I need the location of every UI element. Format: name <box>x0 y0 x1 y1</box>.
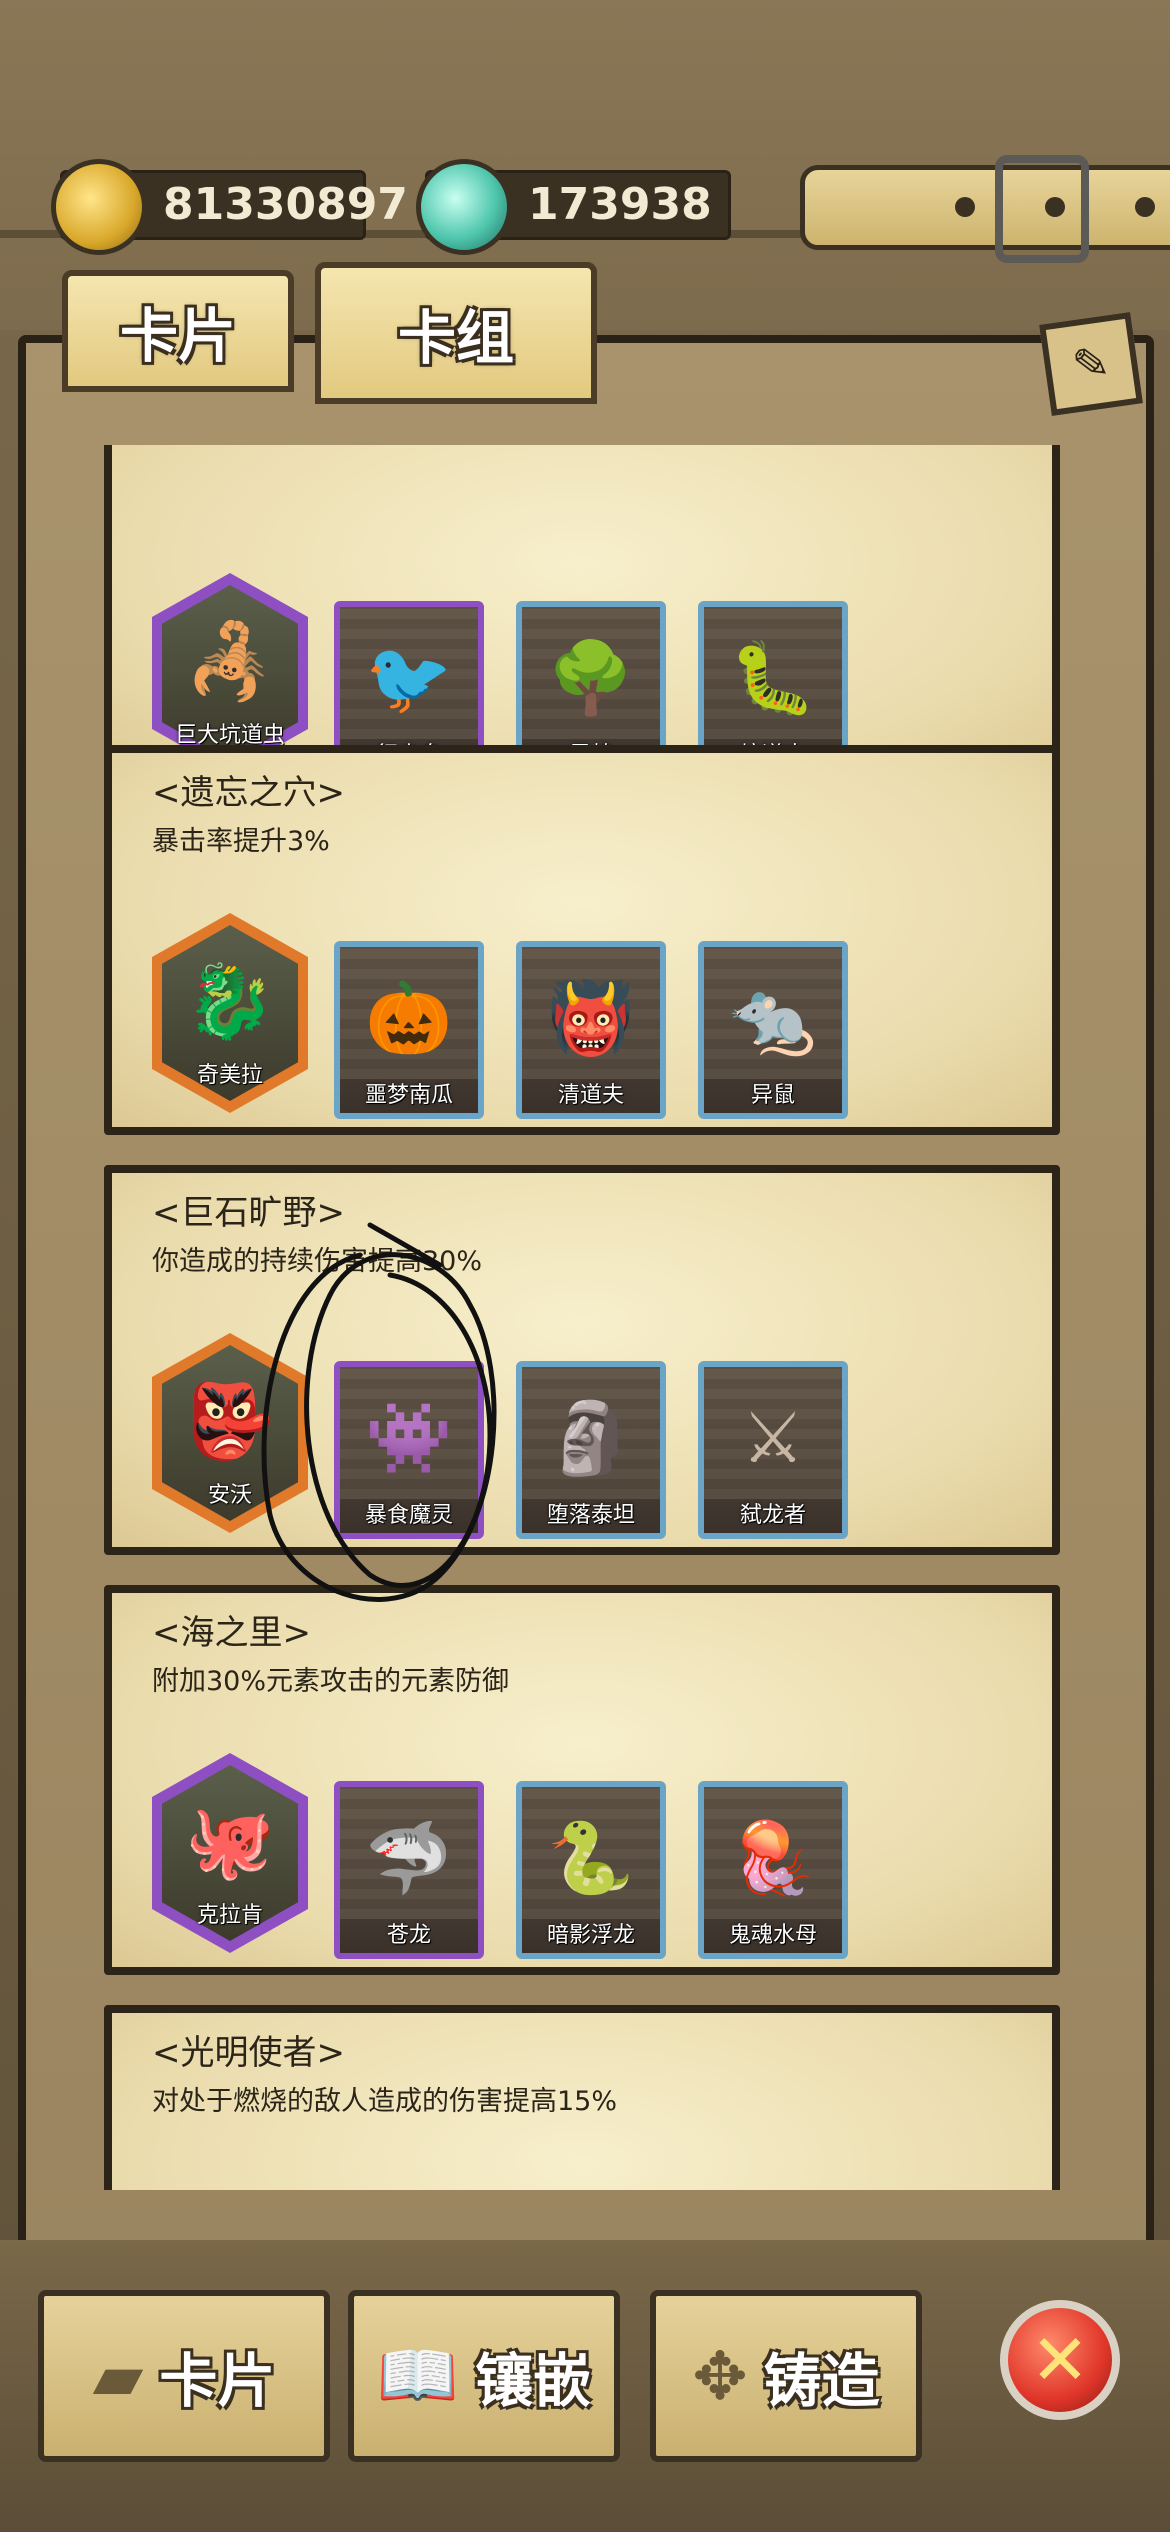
cards-button-label: 卡片 <box>159 2347 276 2415</box>
belt-decoration <box>800 165 1170 250</box>
deck-set: <遗忘之穴> 暴击率提升3% 🐉 奇美拉 🎃 噩梦南瓜 👹 清道夫 🐀 异鼠 <box>104 745 1060 1135</box>
cards-icon: ▰ <box>92 2337 144 2415</box>
tab-decks[interactable]: 卡组 <box>315 262 597 404</box>
deck-set-bonus: 你造成的持续伤害提高30% <box>152 1246 483 1277</box>
deck-set-bonus: 附加30%元素攻击的元素防御 <box>152 1666 510 1697</box>
monster-card[interactable]: 🐉 奇美拉 <box>152 913 308 1113</box>
deck-list[interactable]: 🦂巨大坑道虫🐦行走鸟🌳恩特🐛坑道虫<遗忘之穴>暴击率提升3%🐉奇美拉🎃噩梦南瓜👹… <box>100 445 1065 2190</box>
monster-card-name: 暗影浮龙 <box>546 1923 635 1948</box>
monster-card-name: 奇美拉 <box>196 1063 263 1088</box>
monster-card[interactable]: 👾 暴食魔灵 <box>334 1361 484 1539</box>
monster-card[interactable]: 🐍 暗影浮龙 <box>516 1781 666 1959</box>
monster-portrait-icon: 🗿 <box>547 1397 635 1479</box>
gem-counter: 173938 <box>416 159 731 255</box>
monster-portrait-icon: 👾 <box>365 1397 453 1479</box>
gem-value: 173938 <box>528 179 712 230</box>
monster-portrait-icon: 🦈 <box>365 1817 453 1899</box>
monster-portrait-icon: 🐛 <box>729 637 817 719</box>
book-icon: 📖 <box>376 2337 460 2414</box>
monster-card-name: 堕落泰坦 <box>546 1503 635 1528</box>
deck-set: <巨石旷野> 你造成的持续伤害提高30% 👺 安沃 👾 暴食魔灵 🗿 堕落泰坦 ⚔ 弑龙者 <box>104 1165 1060 1555</box>
monster-card-name: 鬼魂水母 <box>728 1923 817 1948</box>
deck-set: <光明使者> 对处于燃烧的敌人造成的伤害提高15% <box>104 2005 1060 2190</box>
monster-card-name: 苍龙 <box>386 1923 431 1948</box>
monster-card[interactable]: 🗿 堕落泰坦 <box>516 1361 666 1539</box>
buckle-icon <box>995 155 1089 263</box>
monster-card[interactable]: 🎃 噩梦南瓜 <box>334 941 484 1119</box>
forge-button[interactable]: ✥ 铸造 <box>650 2290 922 2462</box>
deck-set: 🦂巨大坑道虫🐦行走鸟🌳恩特🐛坑道虫 <box>104 445 1060 795</box>
gold-value: 81330897 <box>163 179 408 230</box>
monster-card[interactable]: 👹 清道夫 <box>516 941 666 1119</box>
monster-card[interactable]: ⚔ 弑龙者 <box>698 1361 848 1539</box>
forge-icon: ✥ <box>692 2337 748 2415</box>
deck-set-name: <巨石旷野> <box>152 1193 345 1233</box>
deck-set-bonus: 对处于燃烧的敌人造成的伤害提高15% <box>152 2086 618 2117</box>
monster-portrait-icon: 👹 <box>547 977 635 1059</box>
cards-button[interactable]: ▰ 卡片 <box>38 2290 330 2462</box>
close-icon[interactable]: ✕ <box>1000 2300 1120 2420</box>
monster-card-name: 清道夫 <box>557 1083 624 1108</box>
deck-set-name: <遗忘之穴> <box>152 773 345 813</box>
inlay-button[interactable]: 📖 镶嵌 <box>348 2290 620 2462</box>
deck-set-name: <海之里> <box>152 1613 311 1653</box>
gem-icon <box>416 159 512 255</box>
monster-portrait-icon: 🐍 <box>547 1817 635 1899</box>
monster-card[interactable]: 🐙 克拉肯 <box>152 1753 308 1953</box>
monster-card-name: 弑龙者 <box>739 1503 806 1528</box>
inlay-button-label: 镶嵌 <box>475 2347 592 2415</box>
gold-ore-icon <box>51 159 147 255</box>
gold-counter: 81330897 <box>51 159 408 255</box>
monster-portrait-icon: 🐉 <box>185 959 275 1043</box>
forge-button-label: 铸造 <box>763 2347 880 2415</box>
deck-set-bonus: 暴击率提升3% <box>152 826 330 857</box>
monster-portrait-icon: 🐙 <box>185 1799 275 1883</box>
monster-portrait-icon: 🪼 <box>729 1817 817 1899</box>
monster-card-name: 异鼠 <box>750 1083 795 1108</box>
monster-portrait-icon: 🐀 <box>729 977 817 1059</box>
deck-set-name: <光明使者> <box>152 2033 345 2073</box>
monster-card[interactable]: 🐀 异鼠 <box>698 941 848 1119</box>
monster-card[interactable]: 🦈 苍龙 <box>334 1781 484 1959</box>
monster-card-name: 噩梦南瓜 <box>364 1083 453 1108</box>
monster-portrait-icon: 🎃 <box>365 977 453 1059</box>
monster-card-name: 克拉肯 <box>196 1903 263 1928</box>
monster-portrait-icon: 🌳 <box>547 637 635 719</box>
monster-card-name: 安沃 <box>207 1483 252 1508</box>
monster-portrait-icon: ⚔ <box>741 1397 805 1479</box>
monster-portrait-icon: 👺 <box>185 1379 275 1463</box>
monster-card-name: 暴食魔灵 <box>364 1503 453 1528</box>
monster-portrait-icon: 🦂 <box>185 619 275 703</box>
monster-card[interactable]: 🪼 鬼魂水母 <box>698 1781 848 1959</box>
monster-portrait-icon: 🐦 <box>365 637 453 719</box>
monster-card[interactable]: 👺 安沃 <box>152 1333 308 1533</box>
brush-icon[interactable]: ✎ <box>1039 312 1143 416</box>
deck-set: <海之里> 附加30%元素攻击的元素防御 🐙 克拉肯 🦈 苍龙 🐍 暗影浮龙 🪼 鬼魂水母 <box>104 1585 1060 1975</box>
monster-card[interactable]: 🦂 巨大坑道虫 <box>152 573 308 773</box>
tab-cards[interactable]: 卡片 <box>62 270 294 392</box>
